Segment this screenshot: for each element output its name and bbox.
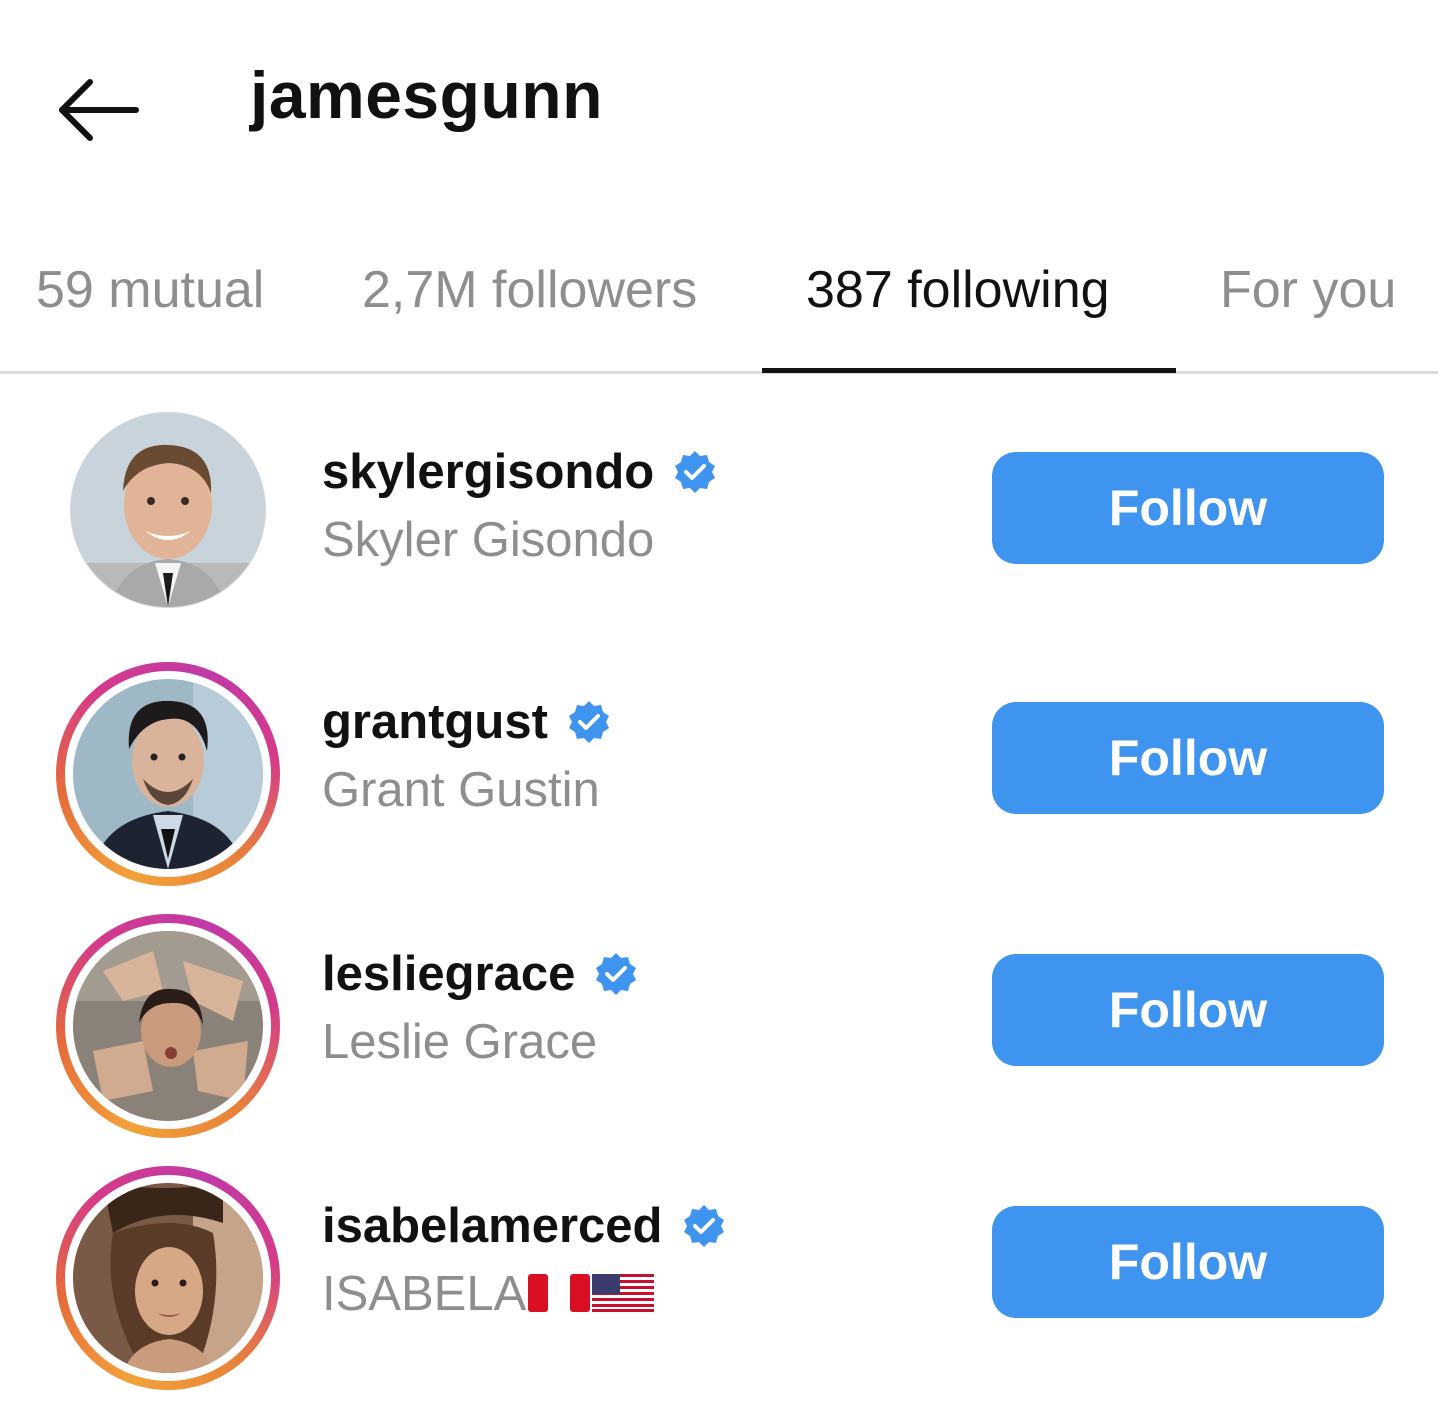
list-item[interactable]: isabelamerced ISABELA Follow — [0, 1154, 1438, 1406]
full-name: Skyler Gisondo — [322, 513, 655, 567]
username[interactable]: isabelamerced — [322, 1201, 663, 1251]
avatar-story-ring[interactable] — [56, 1166, 280, 1390]
tab-following[interactable]: 387 following — [806, 264, 1110, 316]
verified-badge-icon — [593, 951, 639, 997]
profile-photo — [73, 679, 263, 869]
follow-button[interactable]: Follow — [992, 702, 1384, 814]
active-tab-indicator — [762, 368, 1176, 373]
back-button[interactable] — [52, 72, 144, 148]
follow-button[interactable]: Follow — [992, 954, 1384, 1066]
full-name: Leslie Grace — [322, 1015, 598, 1069]
top-bar: jamesgunn — [0, 0, 1438, 210]
full-name-text: ISABELA — [322, 1267, 527, 1321]
username[interactable]: grantgust — [322, 697, 548, 747]
list-item[interactable]: skylergisondo Skyler Gisondo Follow — [0, 400, 1438, 652]
verified-badge-icon — [672, 449, 718, 495]
username[interactable]: skylergisondo — [322, 447, 654, 497]
follow-button[interactable]: Follow — [992, 1206, 1384, 1318]
full-name: ISABELA — [322, 1267, 655, 1321]
username-line: isabelamerced — [322, 1196, 727, 1256]
us-flag-emoji — [592, 1274, 655, 1313]
profile-photo — [71, 413, 265, 607]
tab-for-you[interactable]: For you — [1220, 264, 1396, 316]
username-line: skylergisondo — [322, 442, 718, 502]
tab-followers[interactable]: 2,7M followers — [362, 264, 697, 316]
profile-photo — [73, 931, 263, 1121]
username-line: grantgust — [322, 692, 612, 752]
tab-bar: 59 mutual 2,7M followers 387 following F… — [0, 236, 1438, 374]
page-title: jamesgunn — [250, 58, 603, 132]
list-item[interactable]: grantgust Grant Gustin Follow — [0, 650, 1438, 902]
verified-badge-icon — [681, 1203, 727, 1249]
peru-flag-emoji — [528, 1274, 591, 1313]
tab-mutual[interactable]: 59 mutual — [36, 264, 264, 316]
username[interactable]: lesliegrace — [322, 949, 575, 999]
avatar[interactable] — [56, 412, 280, 636]
arrow-left-icon — [59, 79, 139, 141]
username-line: lesliegrace — [322, 944, 639, 1004]
verified-badge-icon — [566, 699, 612, 745]
list-item[interactable]: lesliegrace Leslie Grace Follow — [0, 902, 1438, 1154]
follow-button[interactable]: Follow — [992, 452, 1384, 564]
avatar-story-ring[interactable] — [56, 662, 280, 886]
full-name: Grant Gustin — [322, 763, 600, 817]
profile-photo — [73, 1183, 263, 1373]
avatar-story-ring[interactable] — [56, 914, 280, 1138]
